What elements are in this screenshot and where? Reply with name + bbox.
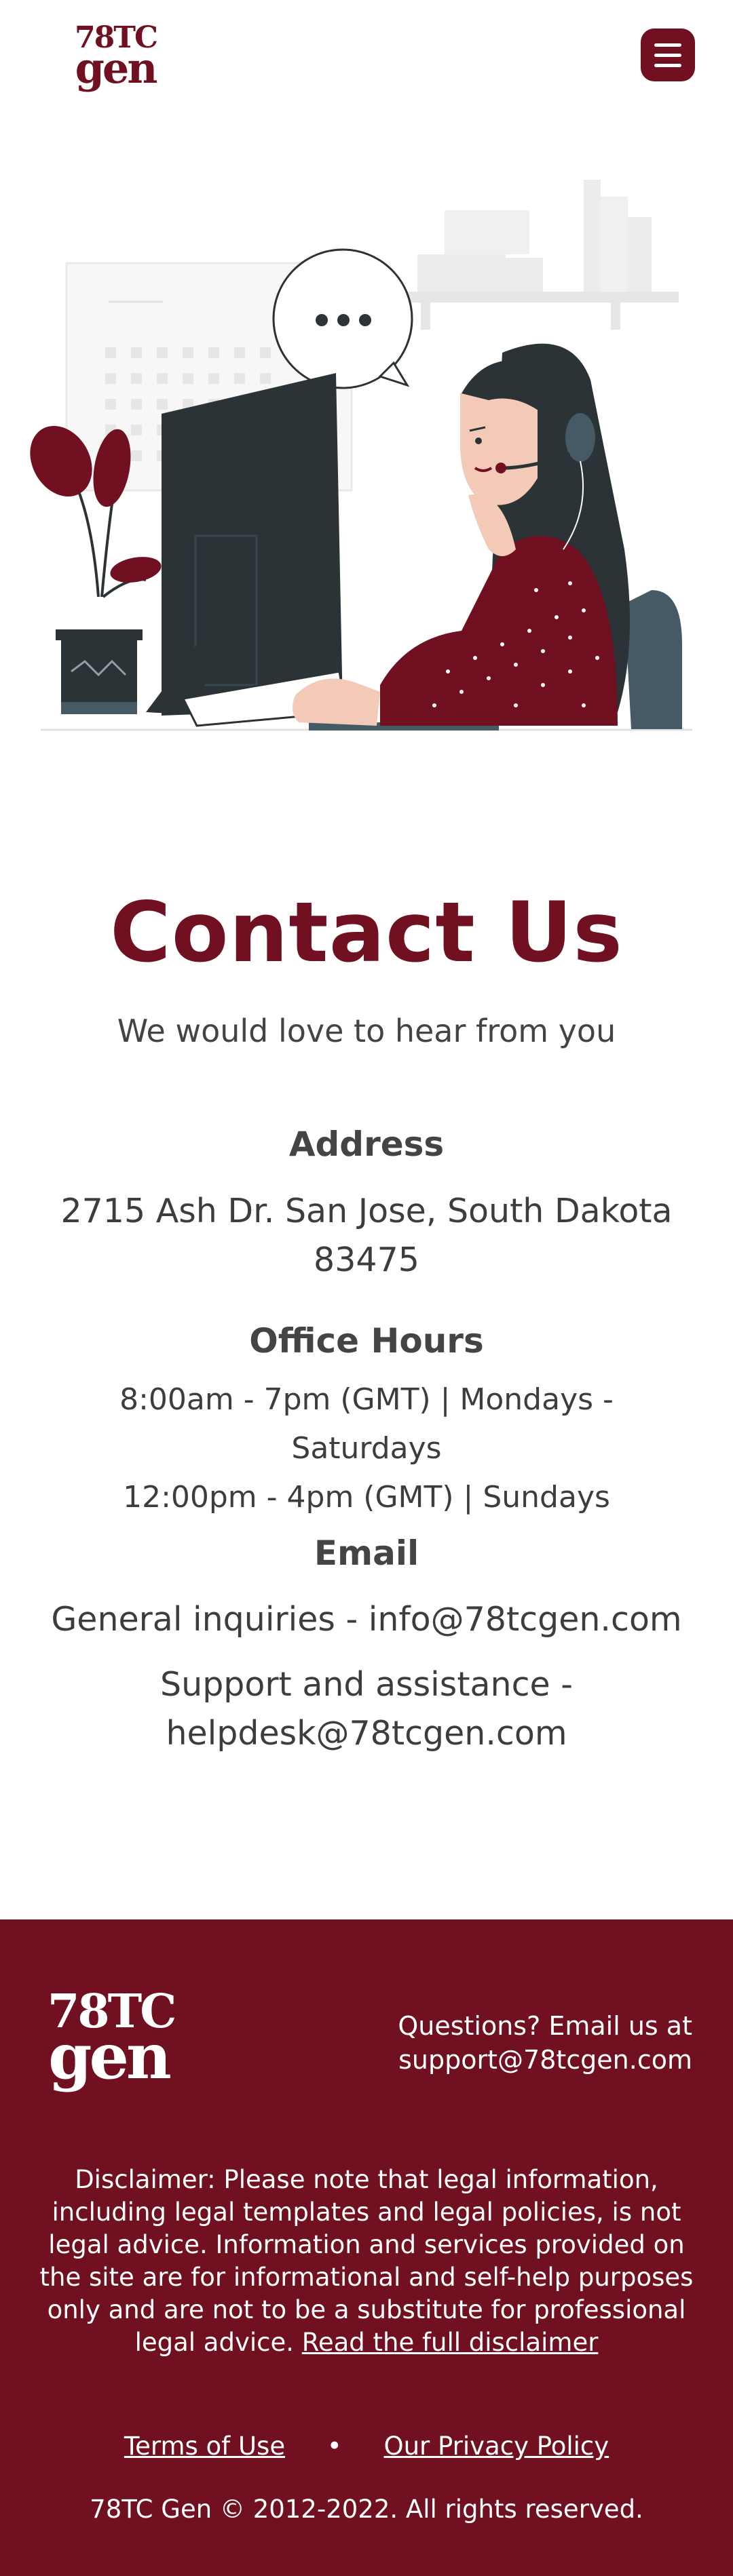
office-hours-heading: Office Hours — [249, 1321, 484, 1361]
email-general-text[interactable]: General inquiries - info@78tcgen.com — [41, 1595, 692, 1644]
customer-support-illustration — [30, 180, 692, 731]
brand-logo[interactable]: 78TC gen — [75, 22, 158, 93]
email-heading: Email — [314, 1534, 419, 1573]
address-line-1: 2715 Ash Dr. San Jose, South Dakota — [60, 1192, 673, 1230]
separator-dot: • — [326, 2432, 342, 2461]
copyright: 78TC Gen © 2012-2022. All rights reserve… — [90, 2495, 643, 2524]
read-disclaimer-link[interactable]: Read the full disclaimer — [302, 2328, 599, 2357]
footer-links: Terms of Use • Our Privacy Policy — [0, 2429, 733, 2463]
office-hours-line-1: 8:00am - 7pm (GMT) | Mondays - Saturdays — [119, 1382, 614, 1466]
office-hours-text: 8:00am - 7pm (GMT) | Mondays - Saturdays… — [41, 1375, 692, 1522]
site-footer: 78TC gen Questions? Email us at support@… — [0, 1919, 733, 2576]
footer-logo[interactable]: 78TC gen — [48, 1987, 176, 2093]
footer-support-email[interactable]: support@78tcgen.com — [380, 2043, 692, 2077]
address-heading: Address — [288, 1125, 445, 1164]
hamburger-menu-icon — [654, 64, 681, 67]
footer-questions-line-1: Questions? Email us at — [398, 2011, 692, 2041]
menu-button[interactable] — [641, 28, 695, 81]
footer-questions: Questions? Email us at support@78tcgen.c… — [380, 2009, 692, 2077]
page-subtitle: We would love to hear from you — [117, 1013, 616, 1049]
office-hours-line-2: 12:00pm - 4pm (GMT) | Sundays — [123, 1480, 610, 1515]
email-general[interactable]: General inquiries - info@78tcgen.com — [41, 1595, 692, 1644]
logo-line-2: gen — [75, 43, 158, 93]
terms-of-use-link[interactable]: Terms of Use — [124, 2432, 285, 2461]
address-text: 2715 Ash Dr. San Jose, South Dakota 8347… — [41, 1187, 692, 1285]
privacy-policy-link[interactable]: Our Privacy Policy — [383, 2432, 609, 2461]
email-support-line-2[interactable]: helpdesk@78tcgen.com — [41, 1709, 692, 1758]
hamburger-menu-icon — [654, 54, 681, 57]
email-support-line-1: Support and assistance - — [160, 1665, 573, 1704]
address-line-2: 83475 — [314, 1241, 419, 1279]
footer-logo-line-2: gen — [48, 2020, 172, 2093]
footer-disclaimer: Disclaimer: Please note that legal infor… — [34, 2164, 699, 2359]
site-header: 78TC gen — [0, 0, 733, 115]
email-support[interactable]: Support and assistance - helpdesk@78tcge… — [41, 1660, 692, 1758]
hamburger-menu-icon — [654, 43, 681, 47]
page-title: Contact Us — [110, 884, 623, 981]
